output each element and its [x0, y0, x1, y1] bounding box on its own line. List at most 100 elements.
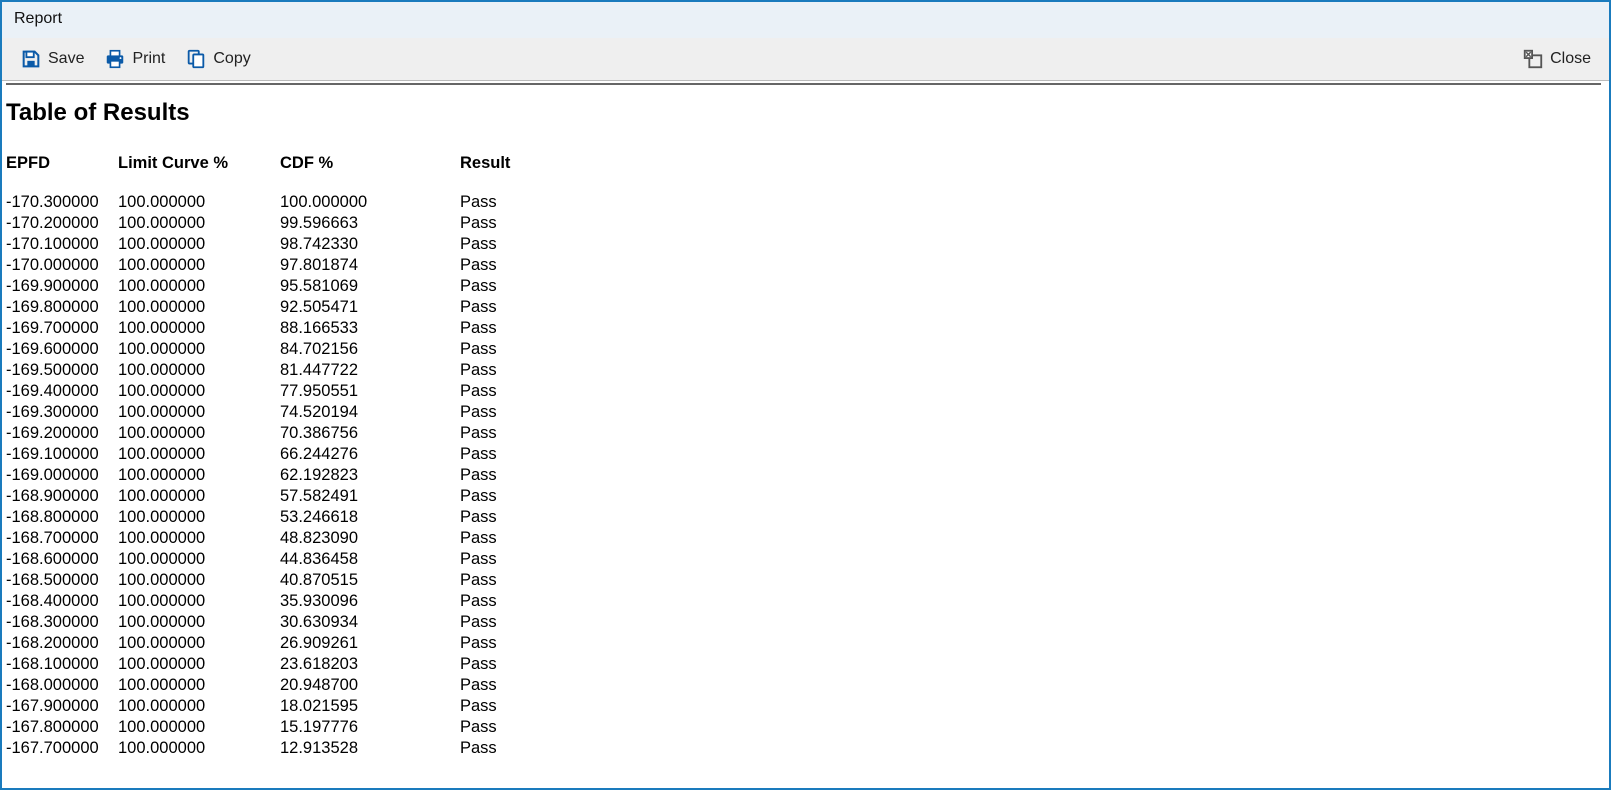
- cell-result: Pass: [460, 297, 560, 318]
- table-row: -167.700000100.00000012.913528Pass: [6, 738, 560, 759]
- cell-limit: 100.000000: [118, 654, 280, 675]
- cell-result: Pass: [460, 528, 560, 549]
- cell-result: Pass: [460, 654, 560, 675]
- cell-limit: 100.000000: [118, 444, 280, 465]
- cell-cdf: 92.505471: [280, 297, 460, 318]
- cell-result: Pass: [460, 234, 560, 255]
- cell-limit: 100.000000: [118, 591, 280, 612]
- table-row: -169.000000100.00000062.192823Pass: [6, 465, 560, 486]
- cell-cdf: 88.166533: [280, 318, 460, 339]
- report-scroll-area[interactable]: Table of Results EPFD Limit Curve % CDF …: [2, 81, 1609, 781]
- table-row: -169.100000100.00000066.244276Pass: [6, 444, 560, 465]
- table-row: -169.200000100.00000070.386756Pass: [6, 423, 560, 444]
- cell-cdf: 100.000000: [280, 192, 460, 213]
- cell-limit: 100.000000: [118, 633, 280, 654]
- copy-button[interactable]: Copy: [177, 44, 258, 74]
- cell-cdf: 81.447722: [280, 360, 460, 381]
- cell-limit: 100.000000: [118, 717, 280, 738]
- cell-limit: 100.000000: [118, 528, 280, 549]
- col-header-epfd: EPFD: [6, 153, 118, 192]
- cell-result: Pass: [460, 423, 560, 444]
- cell-cdf: 97.801874: [280, 255, 460, 276]
- cell-result: Pass: [460, 717, 560, 738]
- cell-result: Pass: [460, 339, 560, 360]
- cell-limit: 100.000000: [118, 360, 280, 381]
- cell-limit: 100.000000: [118, 381, 280, 402]
- table-row: -170.300000100.000000100.000000Pass: [6, 192, 560, 213]
- save-button-label: Save: [48, 50, 84, 68]
- table-row: -168.000000100.00000020.948700Pass: [6, 675, 560, 696]
- cell-epfd: -169.200000: [6, 423, 118, 444]
- table-row: -169.500000100.00000081.447722Pass: [6, 360, 560, 381]
- cell-limit: 100.000000: [118, 486, 280, 507]
- cell-epfd: -168.500000: [6, 570, 118, 591]
- results-table: EPFD Limit Curve % CDF % Result -170.300…: [6, 153, 560, 759]
- table-row: -169.800000100.00000092.505471Pass: [6, 297, 560, 318]
- table-row: -169.900000100.00000095.581069Pass: [6, 276, 560, 297]
- cell-epfd: -169.600000: [6, 339, 118, 360]
- cell-cdf: 48.823090: [280, 528, 460, 549]
- cell-epfd: -168.900000: [6, 486, 118, 507]
- cell-result: Pass: [460, 381, 560, 402]
- table-row: -169.600000100.00000084.702156Pass: [6, 339, 560, 360]
- table-row: -167.800000100.00000015.197776Pass: [6, 717, 560, 738]
- cell-epfd: -170.300000: [6, 192, 118, 213]
- cell-epfd: -169.700000: [6, 318, 118, 339]
- toolbar: Save Print Copy: [2, 38, 1609, 81]
- print-button-label: Print: [132, 50, 165, 68]
- cell-result: Pass: [460, 507, 560, 528]
- cell-limit: 100.000000: [118, 696, 280, 717]
- cell-limit: 100.000000: [118, 297, 280, 318]
- table-row: -170.100000100.00000098.742330Pass: [6, 234, 560, 255]
- save-button[interactable]: Save: [12, 44, 92, 74]
- table-row: -167.900000100.00000018.021595Pass: [6, 696, 560, 717]
- cell-result: Pass: [460, 444, 560, 465]
- close-button[interactable]: Close: [1514, 44, 1599, 74]
- cell-result: Pass: [460, 360, 560, 381]
- cell-result: Pass: [460, 276, 560, 297]
- cell-cdf: 98.742330: [280, 234, 460, 255]
- cell-result: Pass: [460, 486, 560, 507]
- cell-epfd: -170.200000: [6, 213, 118, 234]
- report-title: Table of Results: [6, 99, 1601, 127]
- cell-cdf: 62.192823: [280, 465, 460, 486]
- cell-epfd: -168.800000: [6, 507, 118, 528]
- table-row: -168.900000100.00000057.582491Pass: [6, 486, 560, 507]
- cell-cdf: 44.836458: [280, 549, 460, 570]
- cell-cdf: 20.948700: [280, 675, 460, 696]
- window-title-bar: Report: [2, 2, 1609, 38]
- cell-cdf: 99.596663: [280, 213, 460, 234]
- cell-result: Pass: [460, 402, 560, 423]
- table-header-row: EPFD Limit Curve % CDF % Result: [6, 153, 560, 192]
- cell-cdf: 77.950551: [280, 381, 460, 402]
- table-row: -168.200000100.00000026.909261Pass: [6, 633, 560, 654]
- cell-epfd: -168.300000: [6, 612, 118, 633]
- table-row: -169.300000100.00000074.520194Pass: [6, 402, 560, 423]
- cell-epfd: -170.000000: [6, 255, 118, 276]
- close-button-label: Close: [1550, 50, 1591, 68]
- cell-epfd: -169.500000: [6, 360, 118, 381]
- table-row: -168.100000100.00000023.618203Pass: [6, 654, 560, 675]
- cell-limit: 100.000000: [118, 402, 280, 423]
- cell-epfd: -168.600000: [6, 549, 118, 570]
- table-row: -170.000000100.00000097.801874Pass: [6, 255, 560, 276]
- cell-epfd: -169.900000: [6, 276, 118, 297]
- cell-epfd: -168.100000: [6, 654, 118, 675]
- cell-result: Pass: [460, 465, 560, 486]
- cell-cdf: 70.386756: [280, 423, 460, 444]
- cell-cdf: 26.909261: [280, 633, 460, 654]
- table-row: -168.300000100.00000030.630934Pass: [6, 612, 560, 633]
- cell-epfd: -169.000000: [6, 465, 118, 486]
- cell-limit: 100.000000: [118, 549, 280, 570]
- cell-epfd: -168.200000: [6, 633, 118, 654]
- print-button[interactable]: Print: [96, 44, 173, 74]
- cell-cdf: 40.870515: [280, 570, 460, 591]
- cell-epfd: -170.100000: [6, 234, 118, 255]
- table-row: -169.400000100.00000077.950551Pass: [6, 381, 560, 402]
- cell-limit: 100.000000: [118, 213, 280, 234]
- table-row: -168.500000100.00000040.870515Pass: [6, 570, 560, 591]
- cell-cdf: 35.930096: [280, 591, 460, 612]
- cell-limit: 100.000000: [118, 255, 280, 276]
- cell-limit: 100.000000: [118, 738, 280, 759]
- cell-result: Pass: [460, 255, 560, 276]
